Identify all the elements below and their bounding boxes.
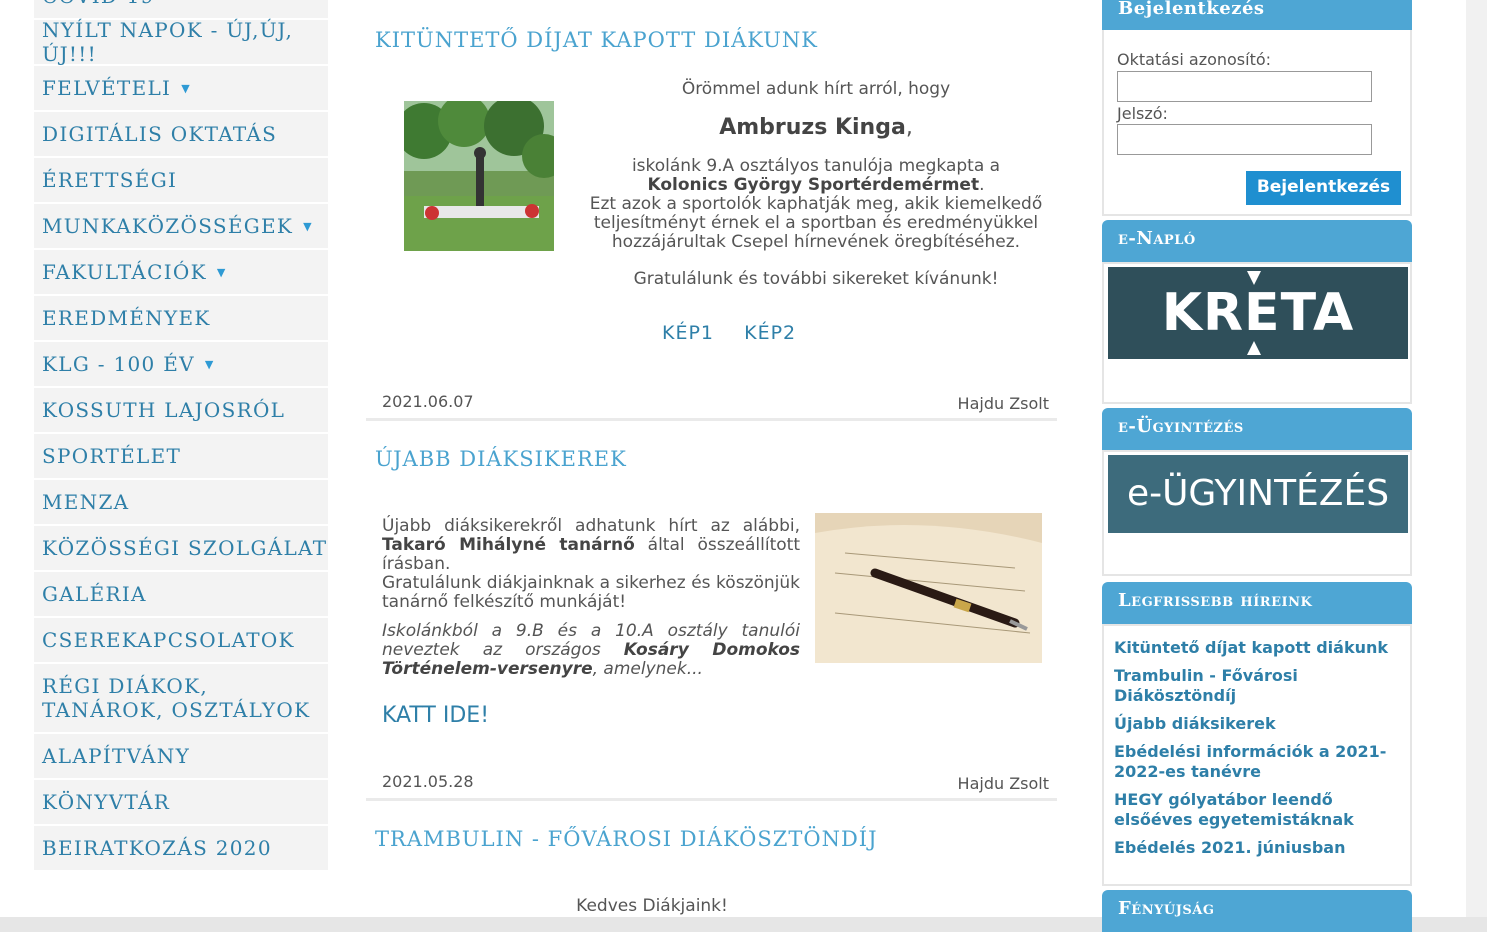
- menu-item[interactable]: Digitális oktatás: [34, 112, 328, 158]
- post-intro: Örömmel adunk hírt arról, hogy: [681, 79, 951, 99]
- post-image-statue[interactable]: [404, 101, 554, 251]
- enaplo-widget: KRETA: [1102, 262, 1412, 404]
- menu-item-label: Cserekapcsolatok: [42, 628, 295, 652]
- kreta-logo: KRETA: [1161, 283, 1355, 343]
- read-more-link[interactable]: KATT IDE!: [382, 703, 489, 728]
- kreta-logo-link[interactable]: KRETA: [1108, 267, 1408, 359]
- menu-item-label: Digitális oktatás: [42, 122, 278, 146]
- menu-item[interactable]: Érettségi: [34, 158, 328, 204]
- news-link[interactable]: Ebédelés 2021. júniusban: [1114, 838, 1400, 858]
- eugyintezes-logo-link[interactable]: e-ÜGYINTÉZÉS: [1108, 455, 1408, 533]
- menu-item[interactable]: Galéria: [34, 572, 328, 618]
- menu-item[interactable]: Régi diákok, tanárok, osztályok: [34, 664, 328, 734]
- eugyintezes-widget-title: e-Ügyintézés: [1102, 408, 1412, 450]
- award-recipient: Ambruzs Kinga,: [719, 115, 913, 140]
- news-list: Kitüntető díjat kapott diákunk Trambulin …: [1114, 638, 1400, 858]
- password-field-label: Jelszó:: [1117, 104, 1168, 123]
- kreta-top-triangle-icon: [1247, 271, 1261, 285]
- enaplo-widget-title: e-Napló: [1102, 220, 1412, 262]
- image-link-2[interactable]: KÉP2: [744, 322, 796, 344]
- news-link[interactable]: Kitüntető díjat kapott diákunk: [1114, 638, 1400, 658]
- next-widget-title: Fényújság: [1102, 890, 1412, 932]
- menu-item[interactable]: Könyvtár: [34, 780, 328, 826]
- menu-item-label: Menza: [42, 490, 130, 514]
- menu-item[interactable]: Fakultációk ▼: [34, 250, 328, 296]
- submenu-arrow-icon: ▼: [204, 357, 215, 371]
- post-image-pen[interactable]: [815, 513, 1042, 663]
- post-author: Hajdu Zsolt: [957, 774, 1049, 793]
- menu-item-label: Sportélet: [42, 444, 182, 468]
- menu-item-label: COVID-19: [42, 0, 155, 8]
- menu-item[interactable]: Munkaközösségek ▼: [34, 204, 328, 250]
- post-intro: Kedves Diákjaink!: [576, 896, 728, 916]
- password-input[interactable]: [1117, 124, 1372, 155]
- menu-item[interactable]: Cserekapcsolatok: [34, 618, 328, 664]
- vertical-scrollbar[interactable]: [1466, 0, 1487, 917]
- post-author: Hajdu Zsolt: [957, 394, 1049, 413]
- submenu-arrow-icon: ▼: [303, 219, 313, 233]
- menu-item[interactable]: Kossuth Lajosról: [34, 388, 328, 434]
- news-link[interactable]: HEGY gólyatábor leendő elsőéves egyetemi…: [1114, 790, 1400, 830]
- menu-item-label: Érettségi: [42, 168, 178, 192]
- post-meta: 2021.05.28 Hajdu Zsolt: [366, 764, 1057, 801]
- news-widget: Kitüntető díjat kapott diákunk Trambulin …: [1102, 624, 1412, 886]
- login-widget-title: Bejelentkezés: [1102, 0, 1412, 30]
- post-title[interactable]: Újabb diáksikerek: [375, 447, 627, 471]
- menu-item-label: Nyílt napok - ÚJ,ÚJ, ÚJ!!!: [42, 18, 294, 66]
- id-input[interactable]: [1117, 71, 1372, 102]
- image-links: KÉP1 KÉP2: [662, 322, 796, 344]
- menu-item[interactable]: Nyílt napok - ÚJ,ÚJ, ÚJ!!!: [34, 18, 328, 66]
- eugyintezes-widget: e-ÜGYINTÉZÉS: [1102, 450, 1412, 576]
- menu-item[interactable]: KLG - 100 ÉV ▼: [34, 342, 328, 388]
- menu-item-label: Beiratkozás 2020: [42, 836, 272, 860]
- news-widget-title: Legfrissebb híreink: [1102, 582, 1412, 624]
- post-excerpt: Újabb diáksikerekről adhatunk hírt az al…: [382, 516, 801, 679]
- news-link[interactable]: Trambulin - Fővárosi Diákösztöndíj: [1114, 666, 1400, 706]
- login-button[interactable]: Bejelentkezés: [1246, 171, 1401, 205]
- menu-item[interactable]: Eredmények: [34, 296, 328, 342]
- menu-item-label: Felvételi: [42, 76, 172, 100]
- post-title[interactable]: Kitüntető díjat kapott diákunk: [375, 28, 818, 52]
- menu-item[interactable]: Sportélet: [34, 434, 328, 480]
- submenu-arrow-icon: ▼: [181, 81, 192, 95]
- menu-item-label: Eredmények: [42, 306, 211, 330]
- menu-item-label: Galéria: [42, 582, 147, 606]
- menu-item-label: KLG - 100 ÉV: [42, 352, 195, 376]
- menu-item[interactable]: Alapítvány: [34, 734, 328, 780]
- post-meta: 2021.06.07 Hajdu Zsolt: [366, 384, 1057, 421]
- award-name: Kolonics György Sportérdemérmet.: [647, 175, 985, 195]
- statue-photo-icon: [404, 101, 554, 251]
- menu-item[interactable]: Beiratkozás 2020: [34, 826, 328, 872]
- submenu-arrow-icon: ▼: [216, 265, 227, 279]
- post-date: 2021.05.28: [382, 772, 474, 791]
- menu-item-label: Fakultációk: [42, 260, 207, 284]
- news-link[interactable]: Ebédelési információk a 2021-2022-es tan…: [1114, 742, 1400, 782]
- post-title[interactable]: Trambulin - Fővárosi Diákösztöndíj: [375, 827, 878, 851]
- menu-item-label: Közösségi szolgálat: [42, 536, 328, 560]
- post-congrats: Gratulálunk és további sikereket kívánun…: [633, 269, 999, 289]
- menu-item[interactable]: Menza: [34, 480, 328, 526]
- menu-item[interactable]: Közösségi szolgálat: [34, 526, 328, 572]
- id-field-label: Oktatási azonosító:: [1117, 50, 1272, 69]
- menu-item[interactable]: Felvételi ▼: [34, 66, 328, 112]
- login-widget: Oktatási azonosító: Jelszó: Bejelentkezé…: [1102, 30, 1412, 216]
- menu-item-label: Alapítvány: [42, 744, 191, 768]
- menu-item-label: Régi diákok, tanárok, osztályok: [42, 674, 311, 722]
- post-date: 2021.06.07: [382, 392, 474, 411]
- main-menu: COVID-19Nyílt napok - ÚJ,ÚJ, ÚJ!!!Felvét…: [34, 0, 328, 872]
- menu-item-label: Kossuth Lajosról: [42, 398, 286, 422]
- news-link[interactable]: Újabb diáksikerek: [1114, 714, 1400, 734]
- menu-item-label: Munkaközösségek: [42, 214, 294, 238]
- menu-item[interactable]: COVID-19: [34, 0, 328, 20]
- menu-item-label: Könyvtár: [42, 790, 171, 814]
- post-body-paragraph: Ezt azok a sportolók kaphatják meg, akik…: [589, 194, 1043, 252]
- post-body-line: iskolánk 9.A osztályos tanulója megkapta…: [631, 156, 1001, 176]
- kreta-bottom-triangle-icon: [1247, 341, 1261, 355]
- fountain-pen-photo-icon: [815, 513, 1042, 663]
- image-link-1[interactable]: KÉP1: [662, 322, 714, 344]
